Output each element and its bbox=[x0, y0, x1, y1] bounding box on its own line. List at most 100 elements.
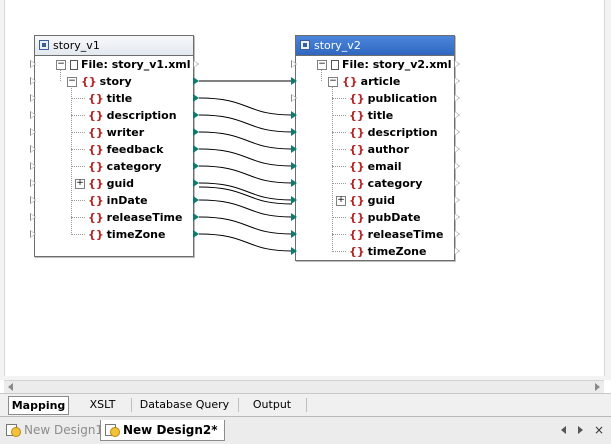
source-output-port[interactable] bbox=[193, 230, 199, 238]
horizontal-scrollbar[interactable] bbox=[4, 380, 604, 393]
close-tab-icon[interactable]: × bbox=[594, 421, 604, 439]
source-node-description[interactable]: {} description bbox=[88, 107, 177, 124]
element-icon: {} bbox=[342, 75, 358, 88]
target-component-title: story_v2 bbox=[314, 39, 361, 52]
tab-database-query[interactable]: Database Query bbox=[133, 396, 236, 413]
target-input-port[interactable] bbox=[291, 162, 297, 170]
collapse-icon[interactable]: − bbox=[56, 60, 66, 70]
element-icon: {} bbox=[88, 194, 104, 207]
target-input-port[interactable] bbox=[291, 94, 297, 102]
expand-icon[interactable]: + bbox=[336, 196, 346, 206]
target-node-guid[interactable]: {} guid bbox=[349, 192, 395, 209]
target-node-title[interactable]: {} title bbox=[349, 107, 393, 124]
target-input-port[interactable] bbox=[291, 196, 297, 204]
target-output-port[interactable] bbox=[454, 162, 460, 170]
source-file-label: File: story_v1.xml bbox=[81, 58, 191, 71]
source-input-port[interactable] bbox=[30, 213, 36, 221]
target-node-root[interactable]: {} article bbox=[342, 73, 400, 90]
source-component[interactable]: story_v1 − File: story_v1.xml − {} story … bbox=[34, 35, 194, 257]
source-output-port[interactable] bbox=[193, 145, 199, 153]
tab-output[interactable]: Output bbox=[240, 396, 304, 413]
tab-prev-icon[interactable] bbox=[561, 426, 566, 434]
target-output-port[interactable] bbox=[454, 196, 460, 204]
target-input-port[interactable] bbox=[291, 230, 297, 238]
source-input-port[interactable] bbox=[30, 145, 36, 153]
element-icon: {} bbox=[81, 75, 97, 88]
target-node-email[interactable]: {} email bbox=[349, 158, 402, 175]
target-node-pubdate[interactable]: {} pubDate bbox=[349, 209, 421, 226]
target-output-port[interactable] bbox=[454, 179, 460, 187]
source-component-titlebar[interactable]: story_v1 bbox=[35, 36, 193, 56]
target-input-port[interactable] bbox=[291, 111, 297, 119]
target-node-timezone[interactable]: {} timeZone bbox=[349, 243, 426, 260]
source-input-port[interactable] bbox=[30, 230, 36, 238]
target-input-port[interactable] bbox=[291, 77, 297, 85]
source-node-category[interactable]: {} category bbox=[88, 158, 161, 175]
source-input-port[interactable] bbox=[30, 111, 36, 119]
target-input-port[interactable] bbox=[291, 179, 297, 187]
collapse-icon[interactable]: − bbox=[317, 60, 327, 70]
source-node-feedback[interactable]: {} feedback bbox=[88, 141, 163, 158]
expand-icon[interactable]: + bbox=[75, 179, 85, 189]
source-output-port[interactable] bbox=[193, 128, 199, 136]
source-node-indate[interactable]: {} inDate bbox=[88, 192, 148, 209]
source-node-timezone[interactable]: {} timeZone bbox=[88, 226, 165, 243]
collapse-icon[interactable]: − bbox=[67, 77, 77, 87]
target-output-port[interactable] bbox=[454, 77, 460, 85]
target-output-port[interactable] bbox=[454, 145, 460, 153]
source-input-port[interactable] bbox=[30, 162, 36, 170]
target-node-category[interactable]: {} category bbox=[349, 175, 422, 192]
collapse-icon[interactable]: − bbox=[328, 77, 338, 87]
component-icon bbox=[39, 40, 49, 50]
target-output-port[interactable] bbox=[454, 230, 460, 238]
target-node-description[interactable]: {} description bbox=[349, 124, 438, 141]
source-output-port[interactable] bbox=[193, 94, 199, 102]
target-output-port[interactable] bbox=[454, 213, 460, 221]
target-component-titlebar[interactable]: story_v2 bbox=[296, 36, 454, 56]
target-output-port[interactable] bbox=[454, 128, 460, 136]
source-output-port[interactable] bbox=[193, 77, 199, 85]
source-output-port[interactable] bbox=[193, 162, 199, 170]
doc-tab-new-design2[interactable]: New Design2* bbox=[100, 420, 225, 441]
source-input-port[interactable] bbox=[30, 94, 36, 102]
source-output-port[interactable] bbox=[193, 196, 199, 204]
scroll-left-icon[interactable] bbox=[8, 383, 13, 391]
target-output-port[interactable] bbox=[454, 111, 460, 119]
target-input-port[interactable] bbox=[291, 247, 297, 255]
source-node-root[interactable]: {} story bbox=[81, 73, 132, 90]
doc-tab-new-design1[interactable]: New Design1 bbox=[2, 420, 103, 440]
target-node-author[interactable]: {} author bbox=[349, 141, 409, 158]
target-input-port[interactable] bbox=[291, 213, 297, 221]
source-node-title[interactable]: {} title bbox=[88, 90, 132, 107]
source-input-port[interactable] bbox=[30, 128, 36, 136]
scroll-right-icon[interactable] bbox=[595, 383, 600, 391]
target-node-releasetime[interactable]: {} releaseTime bbox=[349, 226, 443, 243]
tab-mapping[interactable]: Mapping bbox=[8, 396, 69, 415]
source-output-port[interactable] bbox=[193, 60, 199, 68]
tab-xslt[interactable]: XSLT bbox=[75, 396, 130, 413]
source-input-port[interactable] bbox=[30, 77, 36, 85]
target-component[interactable]: story_v2 − File: story_v2.xml − {} articl… bbox=[295, 35, 455, 261]
source-node-writer[interactable]: {} writer bbox=[88, 124, 144, 141]
target-input-port[interactable] bbox=[291, 128, 297, 136]
tab-next-icon[interactable] bbox=[578, 426, 583, 434]
element-icon: {} bbox=[349, 211, 365, 224]
element-icon: {} bbox=[88, 109, 104, 122]
source-output-port[interactable] bbox=[193, 111, 199, 119]
target-input-port[interactable] bbox=[291, 145, 297, 153]
element-icon: {} bbox=[349, 109, 365, 122]
source-input-port[interactable] bbox=[30, 196, 36, 204]
target-input-port[interactable] bbox=[291, 60, 297, 68]
source-input-port[interactable] bbox=[30, 60, 36, 68]
target-node-publication[interactable]: {} publication bbox=[349, 90, 437, 107]
element-icon: {} bbox=[349, 245, 365, 258]
source-output-port[interactable] bbox=[193, 179, 199, 187]
source-output-port[interactable] bbox=[193, 213, 199, 221]
target-output-port[interactable] bbox=[454, 94, 460, 102]
source-node-guid[interactable]: {} guid bbox=[88, 175, 134, 192]
target-output-port[interactable] bbox=[454, 247, 460, 255]
mapping-canvas[interactable]: story_v1 − File: story_v1.xml − {} story … bbox=[0, 0, 611, 380]
source-node-releasetime[interactable]: {} releaseTime bbox=[88, 209, 182, 226]
source-input-port[interactable] bbox=[30, 179, 36, 187]
target-output-port[interactable] bbox=[454, 60, 460, 68]
